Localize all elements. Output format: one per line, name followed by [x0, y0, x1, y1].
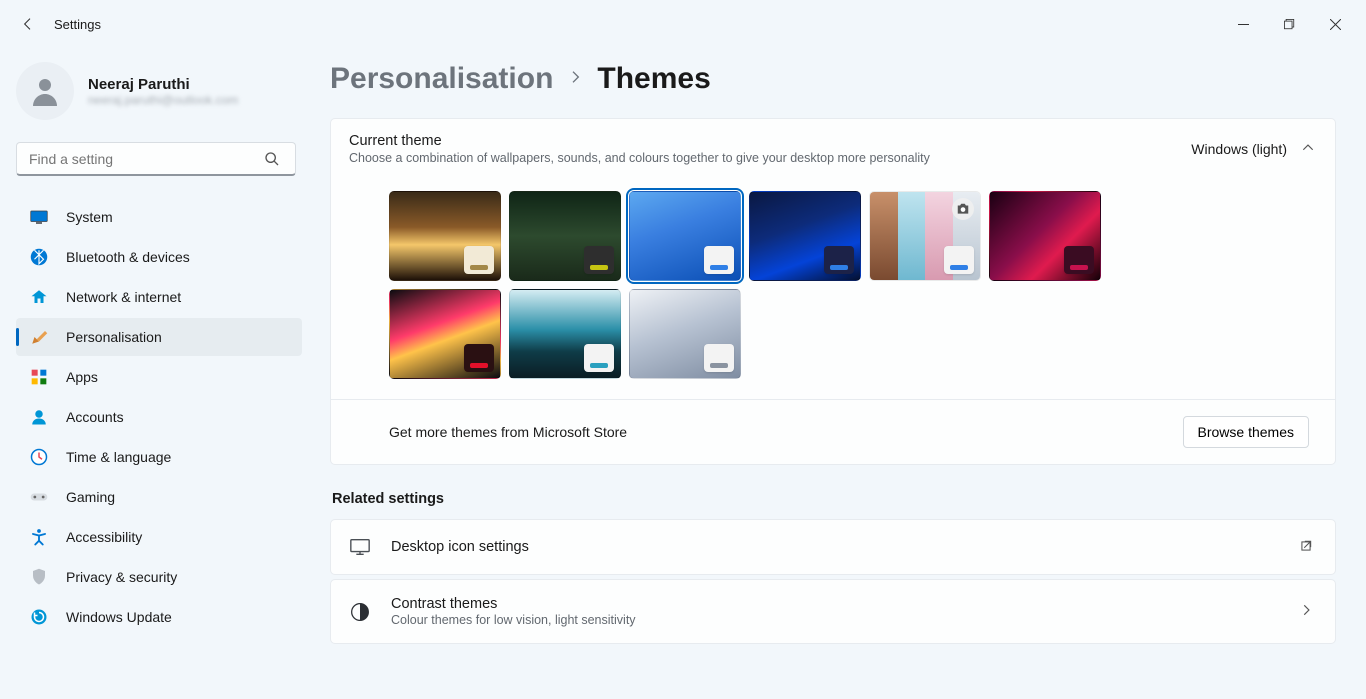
- sidebar-item-label: Personalisation: [66, 329, 162, 345]
- theme-tile-3[interactable]: [749, 191, 861, 281]
- app-title: Settings: [54, 17, 101, 32]
- chevron-up-icon: [1301, 141, 1315, 158]
- privacy-icon: [30, 568, 48, 586]
- update-icon: [30, 608, 48, 626]
- avatar: [16, 62, 74, 120]
- search-input[interactable]: [16, 142, 296, 176]
- sidebar: Neeraj Paruthi neeraj.paruthi@outlook.co…: [0, 48, 310, 699]
- theme-tile-4[interactable]: [869, 191, 981, 281]
- user-name: Neeraj Paruthi: [88, 76, 238, 93]
- breadcrumb-parent[interactable]: Personalisation: [330, 62, 553, 96]
- current-theme-header[interactable]: Current theme Choose a combination of wa…: [331, 119, 1335, 179]
- store-label: Get more themes from Microsoft Store: [389, 424, 627, 440]
- theme-tile-1[interactable]: [509, 191, 621, 281]
- theme-grid: [331, 179, 1231, 399]
- camera-icon: [952, 198, 974, 220]
- sidebar-item-label: Privacy & security: [66, 569, 177, 585]
- gaming-icon: [30, 488, 48, 506]
- sidebar-item-label: Network & internet: [66, 289, 181, 305]
- chevron-right-icon: [567, 68, 583, 91]
- theme-chip: [944, 246, 974, 274]
- sidebar-item-time[interactable]: Time & language: [16, 438, 302, 476]
- theme-chip: [704, 246, 734, 274]
- sidebar-item-accessibility[interactable]: Accessibility: [16, 518, 302, 556]
- nav: System Bluetooth & devices Network & inter…: [16, 198, 302, 638]
- network-icon: [30, 288, 48, 306]
- sidebar-item-apps[interactable]: Apps: [16, 358, 302, 396]
- sidebar-item-label: System: [66, 209, 113, 225]
- row-title: Contrast themes: [391, 596, 636, 612]
- main-content: Personalisation Themes Current theme Cho…: [310, 48, 1366, 699]
- theme-chip: [824, 246, 854, 274]
- theme-chip: [464, 344, 494, 372]
- title-bar: Settings: [0, 0, 1366, 48]
- back-button[interactable]: [8, 4, 48, 44]
- apps-icon: [30, 368, 48, 386]
- related-desktop-icons[interactable]: Desktop icon settings: [330, 519, 1336, 575]
- theme-tile-5[interactable]: [989, 191, 1101, 281]
- sidebar-item-privacy[interactable]: Privacy & security: [16, 558, 302, 596]
- current-theme-subtitle: Choose a combination of wallpapers, soun…: [349, 151, 930, 165]
- theme-tile-7[interactable]: [509, 289, 621, 379]
- current-theme-value: Windows (light): [1191, 141, 1287, 157]
- sidebar-item-personalisation[interactable]: Personalisation: [16, 318, 302, 356]
- bluetooth-icon: [30, 248, 48, 266]
- sidebar-item-label: Time & language: [66, 449, 171, 465]
- search-icon: [264, 151, 280, 167]
- row-subtitle: Colour themes for low vision, light sens…: [391, 613, 636, 627]
- desktop-icons-icon: [349, 536, 371, 558]
- row-title: Desktop icon settings: [391, 539, 529, 555]
- theme-tile-6[interactable]: [389, 289, 501, 379]
- theme-tile-8[interactable]: [629, 289, 741, 379]
- theme-chip: [1064, 246, 1094, 274]
- related-settings-title: Related settings: [332, 491, 1336, 507]
- sidebar-item-label: Windows Update: [66, 609, 172, 625]
- sidebar-item-accounts[interactable]: Accounts: [16, 398, 302, 436]
- sidebar-item-label: Gaming: [66, 489, 115, 505]
- accounts-icon: [30, 408, 48, 426]
- maximize-button[interactable]: [1266, 8, 1312, 40]
- theme-chip: [584, 344, 614, 372]
- sidebar-item-update[interactable]: Windows Update: [16, 598, 302, 636]
- theme-chip: [704, 344, 734, 372]
- user-block[interactable]: Neeraj Paruthi neeraj.paruthi@outlook.co…: [16, 62, 302, 120]
- time-icon: [30, 448, 48, 466]
- close-button[interactable]: [1312, 8, 1358, 40]
- user-email: neeraj.paruthi@outlook.com: [88, 93, 238, 107]
- minimize-button[interactable]: [1220, 8, 1266, 40]
- breadcrumb: Personalisation Themes: [330, 62, 1336, 96]
- current-theme-card: Current theme Choose a combination of wa…: [330, 118, 1336, 465]
- open-external-icon: [1299, 539, 1313, 556]
- contrast-icon: [349, 601, 371, 623]
- theme-chip: [584, 246, 614, 274]
- search-wrap: [16, 142, 302, 176]
- sidebar-item-label: Bluetooth & devices: [66, 249, 190, 265]
- sidebar-item-network[interactable]: Network & internet: [16, 278, 302, 316]
- store-row: Get more themes from Microsoft Store Bro…: [331, 399, 1335, 464]
- sidebar-item-bluetooth[interactable]: Bluetooth & devices: [16, 238, 302, 276]
- personalisation-icon: [30, 328, 48, 346]
- breadcrumb-current: Themes: [597, 62, 710, 96]
- sidebar-item-label: Accounts: [66, 409, 124, 425]
- current-theme-title: Current theme: [349, 133, 930, 149]
- related-contrast[interactable]: Contrast themesColour themes for low vis…: [330, 579, 1336, 644]
- sidebar-item-system[interactable]: System: [16, 198, 302, 236]
- sidebar-item-label: Apps: [66, 369, 98, 385]
- theme-chip: [464, 246, 494, 274]
- theme-tile-2[interactable]: [629, 191, 741, 281]
- sidebar-item-label: Accessibility: [66, 529, 142, 545]
- browse-themes-button[interactable]: Browse themes: [1183, 416, 1309, 448]
- chevron-right-icon: [1299, 603, 1313, 620]
- accessibility-icon: [30, 528, 48, 546]
- sidebar-item-gaming[interactable]: Gaming: [16, 478, 302, 516]
- theme-tile-0[interactable]: [389, 191, 501, 281]
- system-icon: [30, 208, 48, 226]
- window-controls: [1220, 8, 1358, 40]
